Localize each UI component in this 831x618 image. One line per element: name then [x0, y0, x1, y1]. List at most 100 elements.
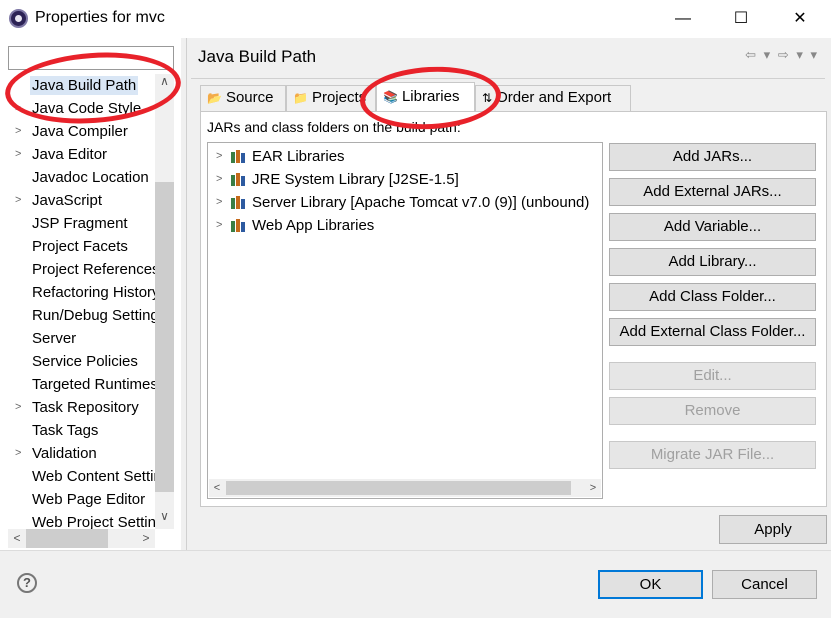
- scrollbar-thumb[interactable]: [155, 182, 174, 492]
- chevron-right-icon[interactable]: >: [216, 214, 222, 237]
- sidebar-item-label: Run/Debug Settings: [32, 307, 155, 324]
- remove-button[interactable]: Remove: [609, 397, 816, 425]
- cancel-button[interactable]: Cancel: [712, 570, 817, 599]
- sidebar-item-refactoring-history[interactable]: Refactoring History: [0, 281, 155, 304]
- add-library-button[interactable]: Add Library...: [609, 248, 816, 276]
- sidebar-item-label: Web Page Editor: [32, 491, 146, 508]
- help-icon[interactable]: ?: [17, 573, 37, 593]
- sidebar-item-javascript[interactable]: > JavaScript: [0, 189, 155, 212]
- page-title: Java Build Path: [198, 47, 317, 66]
- add-class-folder-button[interactable]: Add Class Folder...: [609, 283, 816, 311]
- sidebar-item-project-references[interactable]: Project References: [0, 258, 155, 281]
- libraries-horizontal-scrollbar[interactable]: < >: [209, 479, 601, 497]
- sidebar-item-label: Project References: [32, 261, 155, 278]
- library-icon: [231, 219, 246, 232]
- footer-divider: [0, 550, 831, 551]
- library-icon: [231, 173, 246, 186]
- add-jars-button[interactable]: Add JARs...: [609, 143, 816, 171]
- library-label: Web App Libraries: [252, 217, 375, 234]
- sidebar-item-label: Refactoring History: [32, 284, 155, 301]
- maximize-button[interactable]: ☐: [726, 6, 756, 32]
- projects-icon: 📁: [293, 91, 308, 105]
- eclipse-app-icon: [9, 9, 28, 28]
- library-item[interactable]: > Web App Libraries: [208, 214, 374, 237]
- chevron-right-icon[interactable]: >: [15, 120, 21, 143]
- sidebar-item-project-facets[interactable]: Project Facets: [0, 235, 155, 258]
- chevron-right-icon[interactable]: >: [216, 168, 222, 191]
- sidebar-item-server[interactable]: Server: [0, 327, 155, 350]
- sidebar-item-label: Java Editor: [32, 146, 108, 163]
- sidebar-item-label: JavaScript: [32, 192, 103, 209]
- chevron-right-icon[interactable]: >: [216, 191, 222, 214]
- add-external-class-folder-button[interactable]: Add External Class Folder...: [609, 318, 816, 346]
- sidebar-item-label: Task Repository: [32, 399, 139, 416]
- sidebar-item-java-editor[interactable]: > Java Editor: [0, 143, 155, 166]
- migrate-jar-button[interactable]: Migrate JAR File...: [609, 441, 816, 469]
- sidebar-tree: Java Build Path > Java Code Style > Java C…: [0, 74, 155, 529]
- title-divider: [191, 78, 825, 79]
- library-icon: [231, 196, 246, 209]
- sidebar-item-label: Javadoc Location: [32, 169, 149, 186]
- sidebar-item-label: Service Policies: [32, 353, 138, 370]
- source-folder-icon: 📂: [207, 91, 222, 105]
- chevron-right-icon[interactable]: >: [15, 143, 21, 166]
- sidebar-item-web-page-editor[interactable]: Web Page Editor: [0, 488, 155, 511]
- chevron-right-icon[interactable]: >: [15, 442, 21, 465]
- chevron-left-icon[interactable]: <: [8, 529, 26, 548]
- sidebar-item-web-content-settings[interactable]: Web Content Settings: [0, 465, 155, 488]
- library-item[interactable]: > Server Library [Apache Tomcat v7.0 (9)…: [208, 191, 602, 214]
- sidebar-item-jsp-fragment[interactable]: JSP Fragment: [0, 212, 155, 235]
- sidebar-item-task-repository[interactable]: > Task Repository: [0, 396, 155, 419]
- chevron-right-icon[interactable]: >: [137, 529, 155, 548]
- sidebar-item-run-debug-settings[interactable]: Run/Debug Settings: [0, 304, 155, 327]
- sidebar-item-label: Project Facets: [32, 238, 128, 255]
- library-label: EAR Libraries: [252, 148, 345, 165]
- ok-button[interactable]: OK: [598, 570, 703, 599]
- add-external-jars-button[interactable]: Add External JARs...: [609, 178, 816, 206]
- sidebar-item-label: Targeted Runtimes: [32, 376, 155, 393]
- back-arrow-icon[interactable]: ⇦ ▾: [745, 47, 772, 62]
- chevron-right-icon[interactable]: >: [585, 479, 601, 497]
- page-navigation[interactable]: ⇦ ▾ ⇨ ▾ ▾: [745, 47, 819, 63]
- chevron-down-icon[interactable]: ∨: [155, 509, 174, 529]
- sidebar-vertical-scrollbar[interactable]: ∧ ∨: [155, 74, 174, 529]
- apply-button[interactable]: Apply: [719, 515, 827, 544]
- library-label: Server Library [Apache Tomcat v7.0 (9)] …: [252, 194, 590, 211]
- library-item[interactable]: > JRE System Library [J2SE-1.5]: [208, 168, 459, 191]
- minimize-button[interactable]: —: [668, 6, 698, 32]
- sidebar-item-validation[interactable]: > Validation: [0, 442, 155, 465]
- tab-label: Order and Export: [496, 89, 612, 106]
- sidebar-item-task-tags[interactable]: Task Tags: [0, 419, 155, 442]
- library-icon: [231, 150, 246, 163]
- sidebar-item-label: Server: [32, 330, 77, 347]
- sidebar-item-label: JSP Fragment: [32, 215, 128, 232]
- sidebar-item-targeted-runtimes[interactable]: Targeted Runtimes: [0, 373, 155, 396]
- scrollbar-thumb[interactable]: [226, 481, 571, 495]
- library-label: JRE System Library [J2SE-1.5]: [252, 171, 459, 188]
- forward-arrow-icon[interactable]: ⇨ ▾: [778, 47, 805, 62]
- chevron-right-icon[interactable]: >: [216, 145, 222, 168]
- sidebar-item-label: Web Content Settings: [32, 468, 155, 485]
- window-title: Properties for mvc: [35, 9, 165, 26]
- sidebar-item-label: Validation: [32, 445, 97, 462]
- libraries-tree: > EAR Libraries > JRE System Library [J2…: [207, 142, 603, 499]
- add-variable-button[interactable]: Add Variable...: [609, 213, 816, 241]
- tab-label: Projects: [311, 89, 367, 106]
- tab-label: Source: [225, 89, 274, 106]
- sidebar-item-web-project-settings[interactable]: Web Project Settings: [0, 511, 155, 529]
- sidebar-item-javadoc-location[interactable]: Javadoc Location: [0, 166, 155, 189]
- tab-source[interactable]: 📂 Source: [200, 85, 286, 111]
- close-button[interactable]: ✕: [785, 6, 815, 32]
- chevron-right-icon[interactable]: >: [15, 396, 21, 419]
- edit-button[interactable]: Edit...: [609, 362, 816, 390]
- chevron-left-icon[interactable]: <: [209, 479, 225, 497]
- view-menu-icon[interactable]: ▾: [810, 47, 819, 62]
- scrollbar-thumb[interactable]: [26, 529, 108, 548]
- sidebar-item-label: Task Tags: [32, 422, 99, 439]
- sidebar-item-label: Web Project Settings: [32, 514, 155, 529]
- sidebar-item-service-policies[interactable]: Service Policies: [0, 350, 155, 373]
- chevron-right-icon[interactable]: >: [15, 189, 21, 212]
- panel-divider[interactable]: [186, 38, 187, 550]
- library-item[interactable]: > EAR Libraries: [208, 145, 345, 168]
- sidebar-horizontal-scrollbar[interactable]: < >: [8, 529, 155, 548]
